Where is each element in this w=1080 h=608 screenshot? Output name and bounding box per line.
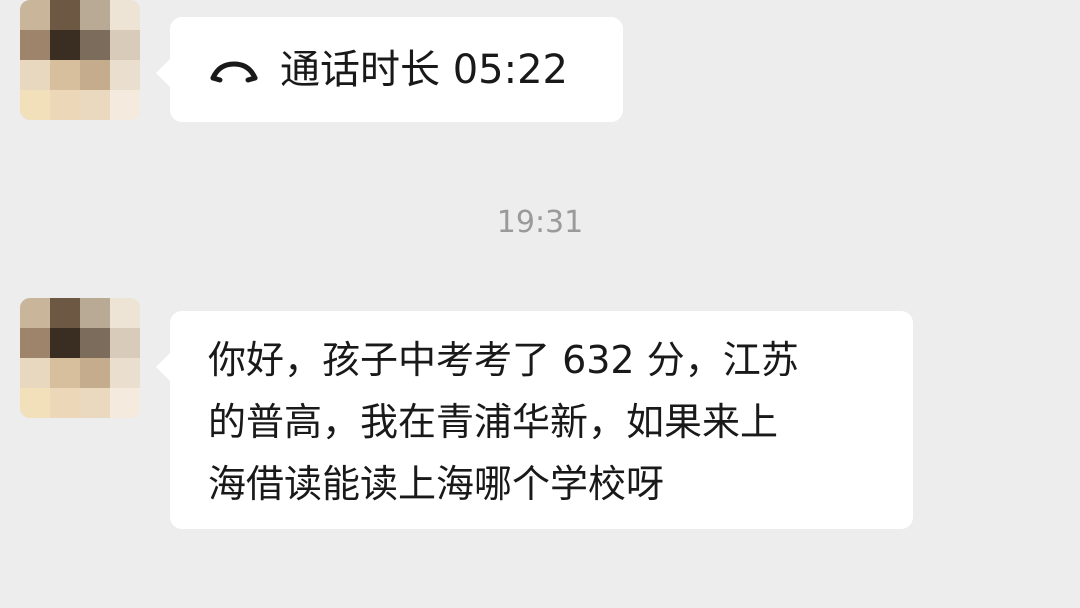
message-timestamp: 19:31 bbox=[496, 205, 584, 240]
phone-hangup-icon bbox=[208, 55, 260, 85]
chat-window: 通话时长 05:22 19:31 你好，孩子中考考了 632 分，江苏 的普高，… bbox=[0, 0, 1080, 608]
call-duration-text: 通话时长 05:22 bbox=[280, 46, 568, 93]
avatar[interactable] bbox=[20, 298, 140, 418]
avatar[interactable] bbox=[20, 0, 140, 120]
call-duration-message[interactable]: 通话时长 05:22 bbox=[156, 17, 623, 122]
text-message-bubble[interactable]: 你好，孩子中考考了 632 分，江苏 的普高，我在青浦华新，如果来上 海借读能读… bbox=[156, 311, 913, 529]
